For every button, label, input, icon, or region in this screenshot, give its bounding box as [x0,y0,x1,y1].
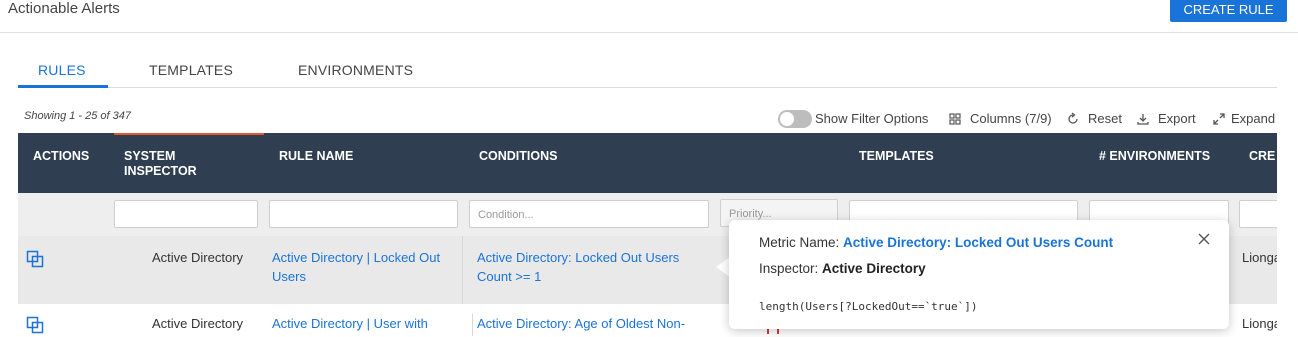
expand-icon[interactable] [1212,112,1226,126]
condition-link-line2[interactable]: Count >= 1 [477,267,541,286]
header-rule-name[interactable]: RULE NAME [279,149,353,164]
tab-environments[interactable]: ENVIRONMENTS [298,62,413,78]
columns-button[interactable]: Columns (7/9) [970,111,1052,126]
filter-condition-input[interactable]: Condition... [469,200,709,228]
header-conditions[interactable]: CONDITIONS [479,149,557,164]
priority-icon [767,328,779,334]
condition-link[interactable]: Active Directory: Age of Oldest Non- [477,314,685,333]
metric-name-link[interactable]: Active Directory: Locked Out Users Count [843,235,1113,250]
filter-created-input[interactable] [1239,200,1277,228]
inspector-cell: Active Directory [152,250,244,265]
popover-arrow [716,257,730,277]
header-actions[interactable]: ACTIONS [33,149,89,164]
filter-rule-name-input[interactable] [269,200,458,228]
metric-expression: length(Users[?LockedOut==`true`]) [759,300,978,313]
filter-options-label[interactable]: Show Filter Options [815,111,928,126]
reset-icon[interactable] [1066,112,1080,126]
metric-popover: Metric Name: Active Directory: Locked Ou… [729,220,1229,329]
column-divider [472,314,473,336]
popover-metric-line: Metric Name: Active Directory: Locked Ou… [759,235,1113,250]
page-title: Actionable Alerts [8,0,120,17]
top-bar: Actionable Alerts CREATE RULE [0,0,1298,33]
header-system-inspector-1[interactable]: SYSTEM [124,149,175,164]
table-header: ACTIONS SYSTEM INSPECTOR RULE NAME CONDI… [18,133,1277,193]
expand-button[interactable]: Expand [1231,111,1275,126]
copy-icon[interactable] [26,316,44,334]
export-button[interactable]: Export [1158,111,1196,126]
create-rule-button[interactable]: CREATE RULE [1170,0,1287,22]
header-templates[interactable]: TEMPLATES [859,149,934,164]
column-divider [462,236,463,304]
reset-button[interactable]: Reset [1088,111,1122,126]
tab-templates[interactable]: TEMPLATES [149,62,233,78]
active-tab-indicator [18,85,108,88]
header-system-inspector-2[interactable]: INSPECTOR [124,164,197,179]
inspector-value: Active Directory [822,261,926,276]
close-icon[interactable] [1197,232,1211,246]
created-by-cell: Lionga [1242,250,1277,265]
header-created[interactable]: CRE [1249,149,1275,164]
columns-icon[interactable] [948,112,962,126]
popover-inspector-line: Inspector: Active Directory [759,261,926,276]
header-environments[interactable]: # ENVIRONMENTS [1099,149,1210,164]
result-count: Showing 1 - 25 of 347 [24,110,132,122]
rule-name-link[interactable]: Active Directory | User with [272,314,428,333]
sort-indicator [114,133,264,135]
metric-name-label: Metric Name: [759,235,840,250]
tab-rules[interactable]: RULES [38,62,86,78]
rule-name-link-line2[interactable]: Users [272,267,306,286]
copy-icon[interactable] [26,250,44,268]
condition-link[interactable]: Active Directory: Locked Out Users [477,248,679,267]
toggle-knob [780,112,794,126]
filter-inspector-input[interactable] [114,200,258,228]
tab-bar: RULES TEMPLATES ENVIRONMENTS [18,53,1277,88]
rule-name-link[interactable]: Active Directory | Locked Out [272,248,440,267]
created-by-cell: Lionga [1242,316,1277,331]
export-icon[interactable] [1136,112,1150,126]
inspector-label: Inspector: [759,261,819,276]
filter-options-toggle[interactable] [778,110,812,128]
inspector-cell: Active Directory [152,316,244,331]
